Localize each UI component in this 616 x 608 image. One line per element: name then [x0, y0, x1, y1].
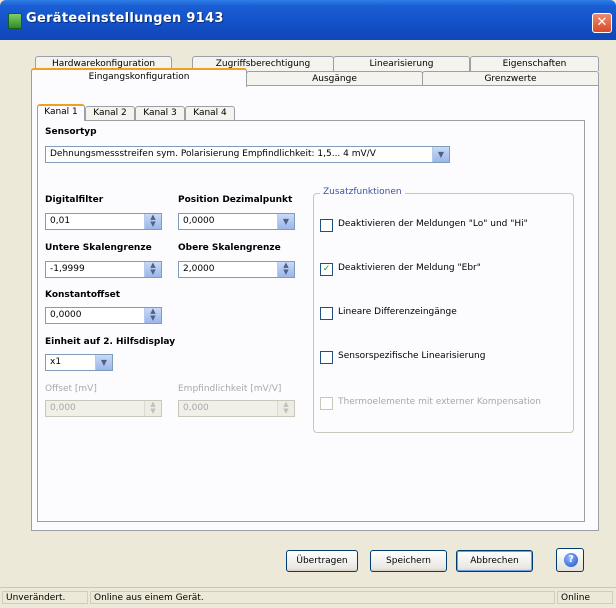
digitalfilter-label: Digitalfilter — [45, 195, 104, 205]
upper-scale-label: Obere Skalengrenze — [178, 243, 281, 253]
constant-offset-field[interactable]: 0,0000 ▲ ▼ — [45, 307, 162, 324]
status-source: Online aus einem Gerät. — [90, 591, 555, 604]
app-icon — [8, 13, 22, 29]
disable-lo-hi-label[interactable]: Deaktivieren der Meldungen "Lo" und "Hi" — [338, 219, 528, 229]
sensor-linearization-checkbox[interactable] — [320, 351, 333, 364]
transfer-button[interactable]: Übertragen — [286, 550, 358, 572]
constant-offset-value: 0,0000 — [50, 310, 82, 320]
status-bar: Unverändert. Online aus einem Gerät. Onl… — [0, 587, 616, 608]
spin-arrows-icon: ▲ ▼ — [277, 401, 294, 416]
lower-scale-label: Untere Skalengrenze — [45, 243, 152, 253]
offset-label: Offset [mV] — [45, 384, 97, 394]
constant-offset-label: Konstantoffset — [45, 290, 121, 300]
status-mode: Online — [557, 591, 613, 604]
upper-scale-field[interactable]: 2,0000 ▲ ▼ — [178, 261, 295, 278]
digitalfilter-value: 0,01 — [50, 216, 71, 226]
sensor-type-label: Sensortyp — [45, 127, 97, 137]
unit-display-select[interactable]: x1 ▼ — [45, 354, 113, 371]
spin-arrows-icon[interactable]: ▲ ▼ — [144, 262, 161, 277]
decimal-point-label: Position Dezimalpunkt — [178, 195, 293, 205]
sensitivity-field[interactable]: 0,000 ▲ ▼ — [178, 400, 295, 417]
sensitivity-label: Empfindlichkeit [mV/V] — [178, 384, 282, 394]
spin-arrows-icon[interactable]: ▲ ▼ — [277, 262, 294, 277]
tab-outputs[interactable]: Ausgänge — [246, 71, 423, 86]
checkmark-icon: ✓ — [322, 264, 331, 274]
help-button[interactable]: ? — [556, 548, 584, 572]
linear-differential-inputs-checkbox[interactable] — [320, 307, 333, 320]
lower-scale-field[interactable]: -1,9999 ▲ ▼ — [45, 261, 162, 278]
additional-functions-title: Zusatzfunktionen — [320, 187, 405, 197]
tab-channel-1[interactable]: Kanal 1 — [37, 104, 85, 121]
chevron-down-icon[interactable]: ▼ — [277, 214, 294, 229]
chevron-down-icon[interactable]: ▼ — [432, 147, 449, 162]
save-button[interactable]: Speichern — [370, 550, 447, 572]
digitalfilter-field[interactable]: 0,01 ▲ ▼ — [45, 213, 162, 230]
offset-value: 0,000 — [50, 403, 76, 413]
decimal-point-select[interactable]: 0,0000 ▼ — [178, 213, 295, 230]
offset-field[interactable]: 0,000 ▲ ▼ — [45, 400, 162, 417]
linear-differential-inputs-label[interactable]: Lineare Differenzeingänge — [338, 307, 457, 317]
help-icon: ? — [564, 553, 578, 567]
decimal-point-value: 0,0000 — [183, 216, 215, 226]
unit-display-value: x1 — [50, 357, 62, 367]
upper-scale-value: 2,0000 — [183, 264, 215, 274]
disable-ebr-checkbox[interactable]: ✓ — [320, 263, 333, 276]
sensor-linearization-label[interactable]: Sensorspezifische Linearisierung — [338, 351, 485, 361]
tab-input-configuration[interactable]: Eingangskonfiguration — [31, 68, 247, 87]
cancel-button[interactable]: Abbrechen — [456, 550, 533, 572]
disable-ebr-label[interactable]: Deaktivieren der Meldung "Ebr" — [338, 263, 481, 273]
tab-properties[interactable]: Eigenschaften — [470, 56, 599, 71]
title-bar[interactable]: Geräteeinstellungen 9143 ✕ — [0, 0, 616, 40]
sensor-type-value: Dehnungsmessstreifen sym. Polarisierung … — [50, 149, 376, 159]
close-icon[interactable]: ✕ — [592, 13, 612, 33]
unit-display-label: Einheit auf 2. Hilfsdisplay — [45, 337, 176, 347]
tab-linearization[interactable]: Linearisierung — [333, 56, 470, 71]
disable-lo-hi-checkbox[interactable] — [320, 219, 333, 232]
lower-scale-value: -1,9999 — [50, 264, 85, 274]
status-state: Unverändert. — [2, 591, 88, 604]
thermocouple-compensation-checkbox[interactable] — [320, 397, 333, 410]
spin-arrows-icon[interactable]: ▲ ▼ — [144, 214, 161, 229]
sensor-type-select[interactable]: Dehnungsmessstreifen sym. Polarisierung … — [45, 146, 450, 163]
sensitivity-value: 0,000 — [183, 403, 209, 413]
tab-channel-3[interactable]: Kanal 3 — [135, 106, 185, 120]
tab-channel-4[interactable]: Kanal 4 — [185, 106, 235, 120]
tab-channel-2[interactable]: Kanal 2 — [85, 106, 135, 120]
device-settings-window: Geräteeinstellungen 9143 ✕ Hardwarekonfi… — [0, 0, 616, 608]
chevron-down-icon[interactable]: ▼ — [95, 355, 112, 370]
spin-arrows-icon[interactable]: ▲ ▼ — [144, 308, 161, 323]
window-title: Geräteeinstellungen 9143 — [26, 11, 224, 26]
thermocouple-compensation-label[interactable]: Thermoelemente mit externer Kompensation — [338, 397, 541, 407]
tab-limits[interactable]: Grenzwerte — [422, 71, 599, 86]
spin-arrows-icon: ▲ ▼ — [144, 401, 161, 416]
